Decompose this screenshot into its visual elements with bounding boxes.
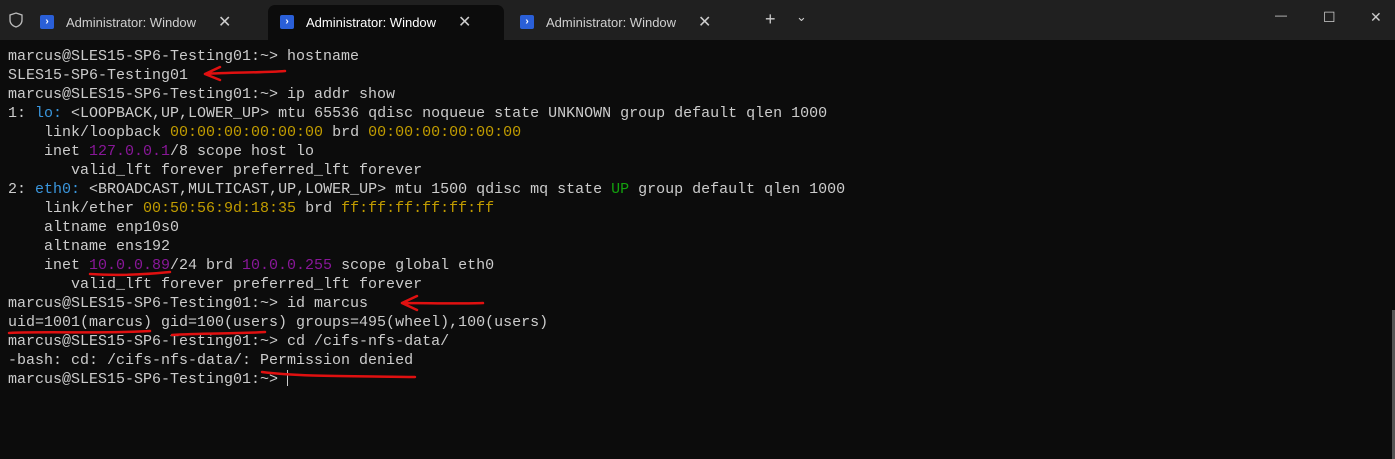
underline-ip xyxy=(88,270,172,277)
red-annotations xyxy=(7,65,485,379)
arrow-id xyxy=(400,294,485,312)
underline-uid xyxy=(7,329,152,335)
arrow-hostname xyxy=(203,65,287,82)
underline-permission xyxy=(260,370,417,379)
underline-gid xyxy=(170,330,267,337)
